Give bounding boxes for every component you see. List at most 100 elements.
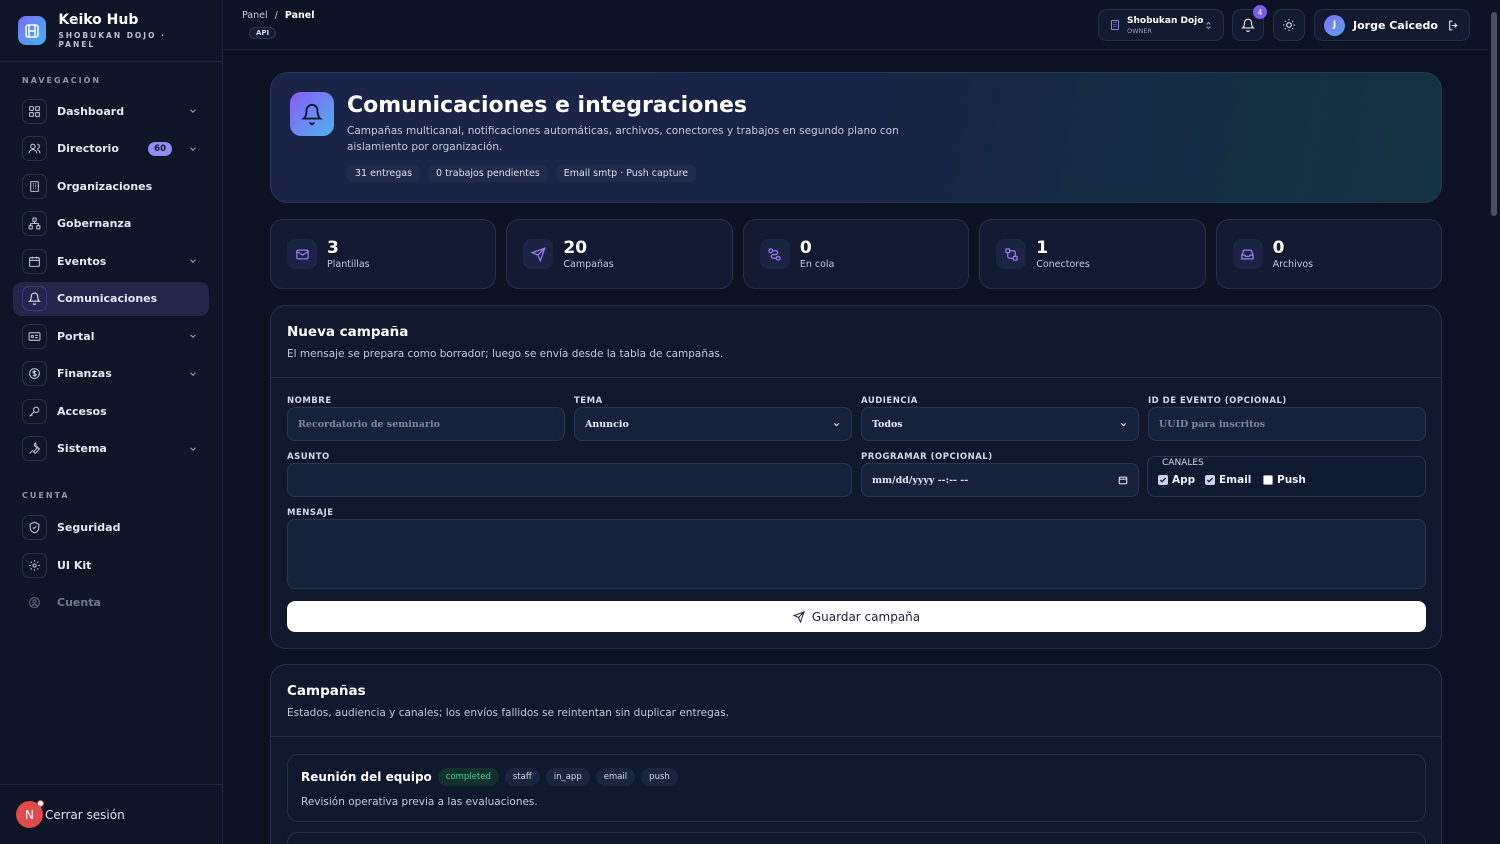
stat-card-templates[interactable]: 3 Plantillas — [270, 219, 497, 289]
page-scrollbar[interactable] — [1488, 0, 1500, 844]
name-input[interactable]: Recordatorio de seminario — [287, 407, 565, 441]
sidebar-item-comunicaciones[interactable]: Comunicaciones — [13, 281, 209, 316]
chevron-down-icon[interactable] — [186, 331, 200, 341]
channel-app-checkbox[interactable]: App — [1158, 474, 1195, 486]
avatar: J — [1324, 14, 1345, 36]
id-card-icon — [22, 323, 47, 349]
page-description: Campañas multicanal, notificaciones auto… — [347, 125, 899, 153]
audience-select[interactable]: Todos — [861, 407, 1139, 441]
network-icon — [22, 211, 47, 236]
sidebar-item-accesos[interactable]: Accesos — [13, 394, 209, 428]
org-role: OWNER — [1127, 26, 1153, 35]
sidebar-item-gobernanza[interactable]: Gobernanza — [13, 207, 209, 241]
workflow-icon — [996, 239, 1027, 269]
channel-tag: email — [595, 768, 636, 786]
channels-label: CANALES — [1160, 458, 1206, 468]
sidebar-item-dashboard[interactable]: Dashboard — [13, 94, 209, 128]
save-campaign-button[interactable]: Guardar campaña — [287, 601, 1426, 632]
audience-label: AUDIENCIA — [861, 396, 918, 406]
sidebar-item-label: Comunicaciones — [57, 292, 158, 305]
stat-card-connectors[interactable]: 1 Conectores — [979, 219, 1206, 289]
avatar-initial: N — [25, 807, 34, 822]
checkbox-checked-icon[interactable] — [1205, 475, 1215, 485]
schedule-input[interactable]: mm/dd/yyyy --:-- -- — [861, 463, 1139, 497]
chevron-down-icon[interactable] — [186, 144, 200, 154]
stat-value: 0 — [799, 237, 812, 258]
channel-tag: in_app — [545, 768, 590, 786]
wrench-icon — [22, 436, 47, 461]
chevron-up-down-icon — [1204, 20, 1213, 31]
route-icon — [759, 239, 790, 269]
stat-value: 3 — [327, 237, 339, 258]
checkbox-unchecked-icon[interactable] — [1263, 475, 1273, 485]
form-subtitle: El mensaje se prepara como borrador; lue… — [287, 348, 724, 360]
event-id-label: ID DE EVENTO (OPCIONAL) — [1148, 396, 1287, 406]
account-nav: Seguridad UI Kit Cuenta — [0, 511, 222, 620]
campaigns-title: Campañas — [287, 683, 366, 699]
calendar-icon — [22, 248, 47, 274]
sidebar-item-portal[interactable]: Portal — [13, 319, 209, 353]
users-icon — [22, 136, 47, 161]
stats-row: 3 Plantillas 20 Campañas 0 En cola 1 Conecto… — [270, 219, 1443, 289]
message-textarea[interactable] — [287, 519, 1426, 589]
stat-card-campaigns[interactable]: 20 Campañas — [506, 219, 733, 289]
theme-toggle-button[interactable] — [1273, 9, 1305, 41]
list-item[interactable] — [287, 832, 1426, 844]
list-item[interactable]: Reunión del equipo completed staff in_ap… — [287, 754, 1426, 822]
user-menu[interactable]: J Jorge Caicedo — [1314, 9, 1470, 41]
new-campaign-form: Nueva campaña El mensaje se prepara como… — [270, 305, 1442, 649]
brand[interactable]: Keiko Hub SHOBUKAN DOJO · PANEL — [0, 0, 222, 62]
campaign-header: Reunión del equipo completed staff in_ap… — [301, 768, 678, 786]
summary-chips: 31 entregas 0 trabajos pendientes Email … — [347, 165, 696, 182]
topic-label: TEMA — [574, 396, 603, 406]
nav-section-label: NAVEGACIÓN — [22, 76, 102, 85]
sidebar-item-finanzas[interactable]: Finanzas — [13, 357, 209, 391]
logout-icon[interactable] — [1447, 19, 1460, 32]
notifications-button[interactable]: 4 — [1232, 5, 1267, 41]
user-name: Jorge Caicedo — [1353, 18, 1438, 32]
chevron-down-icon[interactable] — [186, 369, 200, 379]
stat-card-files[interactable]: 0 Archivos — [1215, 219, 1443, 289]
channels-group: CANALES App Email Push — [1147, 456, 1426, 497]
organization-switcher[interactable]: Shobukan Dojo OWNER — [1098, 9, 1224, 41]
sidebar-item-label: Accesos — [57, 404, 107, 418]
sidebar-item-sistema[interactable]: Sistema — [13, 432, 209, 466]
scrollbar-thumb[interactable] — [1491, 12, 1497, 216]
chip-deliveries: 31 entregas — [347, 165, 420, 182]
page-header: Comunicaciones e integraciones Campañas … — [270, 72, 1442, 203]
calendar-icon[interactable] — [1118, 475, 1128, 485]
sidebar-item-organizaciones[interactable]: Organizaciones — [13, 169, 209, 203]
send-icon — [792, 610, 805, 623]
stat-card-queue[interactable]: 0 En cola — [742, 219, 970, 289]
chevron-down-icon — [1119, 420, 1128, 429]
channel-email-checkbox[interactable]: Email — [1205, 474, 1251, 486]
chevron-down-icon[interactable] — [186, 256, 200, 266]
sidebar-item-eventos[interactable]: Eventos — [13, 244, 209, 278]
status-badge: completed — [437, 768, 499, 786]
topic-select[interactable]: Anuncio — [574, 407, 852, 441]
logout-button[interactable]: N Cerrar sesión — [0, 784, 223, 844]
sidebar-item-label: Eventos — [57, 254, 107, 268]
sidebar-item-seguridad[interactable]: Seguridad — [13, 511, 209, 545]
gear-icon — [22, 552, 47, 578]
sidebar-item-directorio[interactable]: Directorio 60 — [13, 132, 209, 166]
logout-label: Cerrar sesión — [45, 807, 125, 822]
building-icon — [1109, 19, 1121, 31]
bell-icon — [22, 286, 47, 311]
checkbox-checked-icon[interactable] — [1158, 475, 1168, 485]
brand-title: Keiko Hub — [58, 12, 139, 28]
sidebar-item-cuenta[interactable]: Cuenta — [13, 586, 209, 620]
subject-input[interactable] — [287, 463, 852, 497]
event-id-input[interactable]: UUID para inscritos — [1148, 407, 1426, 441]
chevron-down-icon[interactable] — [186, 444, 200, 454]
chevron-down-icon[interactable] — [186, 106, 200, 116]
account-section-label: CUENTA — [22, 490, 70, 500]
campaigns-list: Campañas Estados, audiencia y canales; l… — [270, 664, 1442, 844]
channel-push-checkbox[interactable]: Push — [1263, 474, 1306, 486]
page-title: Comunicaciones e integraciones — [347, 93, 748, 118]
breadcrumb-root[interactable]: Panel — [242, 10, 268, 21]
building-icon — [22, 173, 47, 199]
name-label: NOMBRE — [287, 396, 332, 406]
sidebar-item-ui-kit[interactable]: UI Kit — [13, 548, 209, 582]
schedule-placeholder: mm/dd/yyyy --:-- -- — [872, 474, 969, 486]
